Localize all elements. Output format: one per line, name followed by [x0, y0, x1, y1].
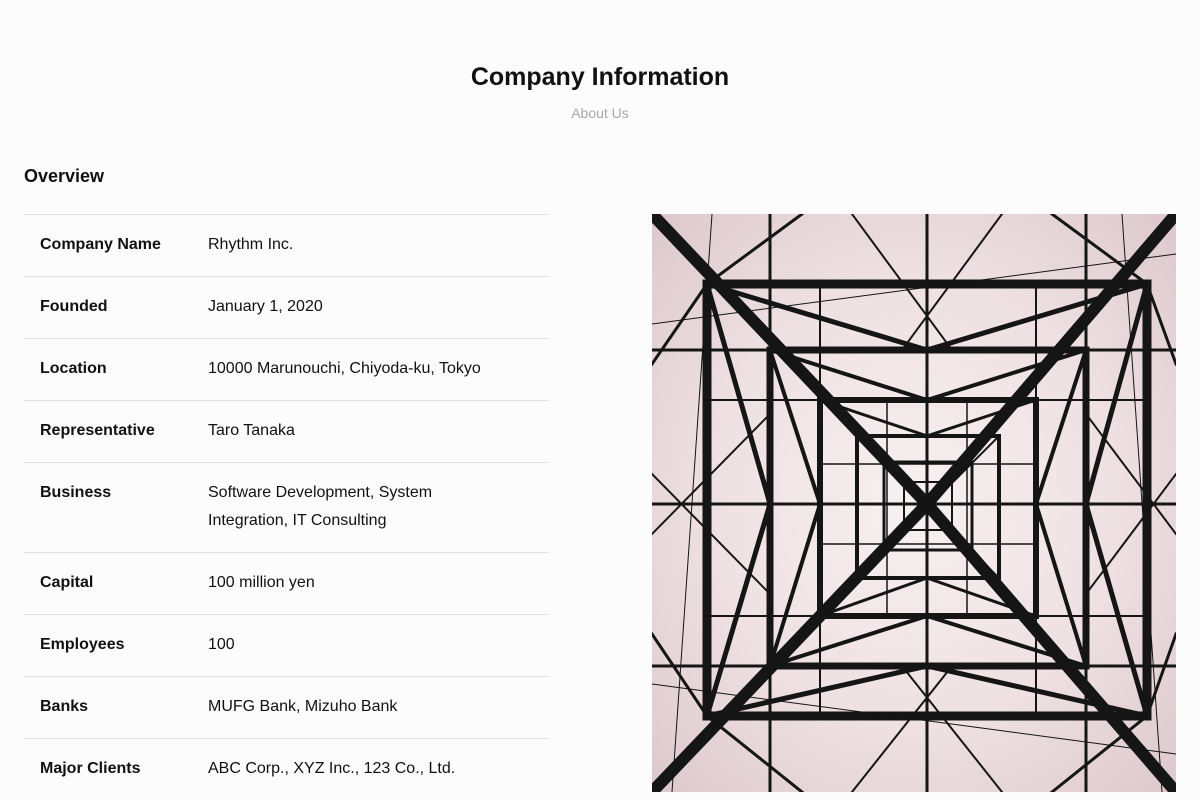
row-value: Taro Tanaka — [208, 422, 295, 439]
row-label: Company Name — [40, 236, 161, 253]
company-overview-table: Company Name Rhythm Inc. Founded January… — [24, 214, 548, 800]
table-row: Capital 100 million yen — [24, 553, 548, 615]
row-label: Location — [40, 360, 107, 377]
table-row: Representative Taro Tanaka — [24, 401, 548, 463]
tower-lattice-illustration — [652, 214, 1176, 792]
table-row: Company Name Rhythm Inc. — [24, 215, 548, 277]
row-value: Rhythm Inc. — [208, 236, 294, 253]
transmission-tower-photo — [652, 214, 1176, 792]
row-value: 100 million yen — [208, 574, 315, 591]
row-label: Major Clients — [40, 760, 141, 777]
table-row: Employees 100 — [24, 615, 548, 677]
row-value: MUFG Bank, Mizuho Bank — [208, 698, 398, 715]
row-label: Capital — [40, 574, 94, 591]
row-value: 100 — [208, 636, 235, 653]
page-subtitle: About Us — [571, 105, 629, 121]
company-info-page: Company Information About Us Overview Co… — [0, 0, 1200, 800]
table-row: Major Clients ABC Corp., XYZ Inc., 123 C… — [24, 739, 548, 800]
row-label: Representative — [40, 422, 155, 439]
row-label: Founded — [40, 298, 108, 315]
row-label: Banks — [40, 698, 89, 715]
row-value: ABC Corp., XYZ Inc., 123 Co., Ltd. — [208, 760, 456, 777]
row-value: 10000 Marunouchi, Chiyoda-ku, Tokyo — [208, 360, 481, 377]
table-row: Founded January 1, 2020 — [24, 277, 548, 339]
page-title: Company Information — [470, 63, 730, 91]
row-value: Software Development, System Integration… — [208, 484, 433, 529]
table-row: Banks MUFG Bank, Mizuho Bank — [24, 677, 548, 739]
row-label: Employees — [40, 636, 125, 653]
row-value: January 1, 2020 — [208, 298, 323, 315]
table-row: Business Software Development, System In… — [24, 463, 548, 553]
table-row: Location 10000 Marunouchi, Chiyoda-ku, T… — [24, 339, 548, 401]
row-label: Business — [40, 484, 112, 501]
overview-heading: Overview — [24, 166, 105, 186]
